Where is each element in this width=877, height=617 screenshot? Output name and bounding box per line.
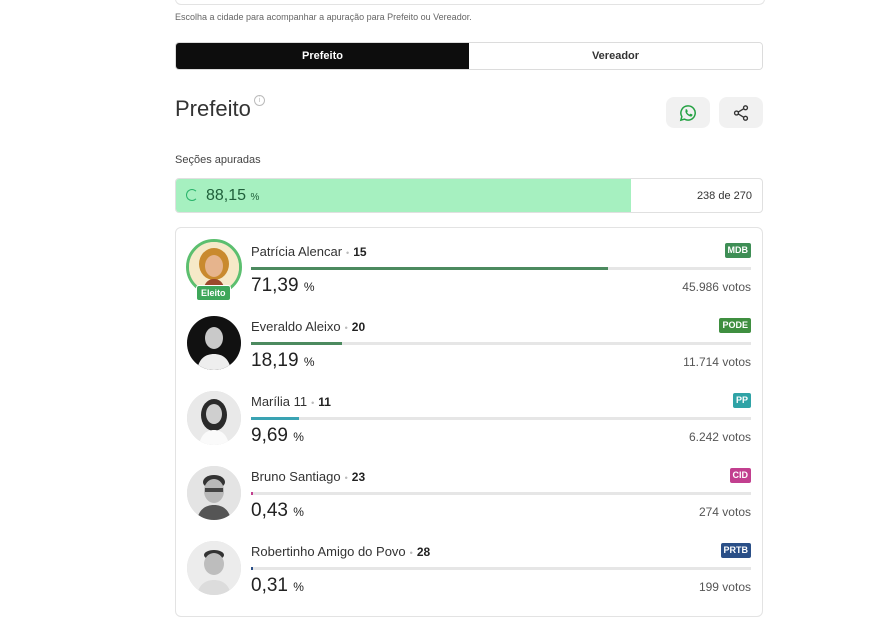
vote-bar-fill <box>251 417 300 420</box>
candidate-name: Patrícia Alencar • 15 <box>251 244 367 259</box>
party-badge: PP <box>732 393 751 408</box>
vote-count: 274 votos <box>698 505 751 519</box>
sections-progress-bar: 88,15 % 238 de 270 <box>175 178 763 213</box>
sections-count: 238 de 270 <box>696 190 752 202</box>
candidate-photo <box>187 466 241 520</box>
candidate-photo <box>187 316 241 370</box>
candidate-avatar <box>187 391 241 445</box>
vote-bar <box>251 342 751 345</box>
loading-spinner-icon <box>186 189 198 201</box>
vote-percent: 71,39 % <box>251 275 315 296</box>
candidate-photo <box>187 541 241 595</box>
candidate-row[interactable]: Marília 11 • 11 PP 9,69 % 6.242 votos <box>176 378 764 453</box>
vote-count: 11.714 votos <box>683 355 751 369</box>
vote-bar-fill <box>251 492 254 495</box>
candidate-avatar <box>187 466 241 520</box>
vote-percent: 0,31 % <box>251 575 304 596</box>
whatsapp-icon <box>679 104 696 121</box>
party-badge: CID <box>729 468 751 483</box>
elected-badge: Eleito <box>196 285 231 301</box>
page-title: Prefeito <box>175 96 251 121</box>
vote-percent: 9,69 % <box>251 425 304 446</box>
city-search-box[interactable] <box>175 0 765 5</box>
candidates-list: Eleito Patrícia Alencar • 15 MDB 71,39 % 4… <box>175 227 763 617</box>
candidate-avatar <box>187 541 241 595</box>
candidate-name: Bruno Santiago • 23 <box>251 469 366 484</box>
vote-percent: 0,43 % <box>251 500 304 521</box>
candidate-row[interactable]: Everaldo Aleixo • 20 PODE 18,19 % 11.714 v… <box>176 303 764 378</box>
share-button[interactable] <box>719 97 763 128</box>
info-icon[interactable]: i <box>254 95 265 106</box>
candidate-name: Everaldo Aleixo • 20 <box>251 319 366 334</box>
vote-bar-fill <box>251 342 342 345</box>
vote-bar-fill <box>251 567 253 570</box>
tab-prefeito[interactable]: Prefeito <box>176 43 469 69</box>
candidate-name: Marília 11 • 11 <box>251 394 331 409</box>
candidate-photo <box>187 391 241 445</box>
candidate-row[interactable]: Bruno Santiago • 23 CID 0,43 % 274 votos <box>176 453 764 528</box>
candidate-row[interactable]: Eleito Patrícia Alencar • 15 MDB 71,39 % 4… <box>176 228 764 303</box>
vote-percent: 18,19 % <box>251 350 315 371</box>
vote-count: 6.242 votos <box>688 430 751 444</box>
vote-count: 199 votos <box>698 580 751 594</box>
vote-bar <box>251 417 751 420</box>
candidate-name: Robertinho Amigo do Povo • 28 <box>251 544 431 559</box>
sections-label: Seções apuradas <box>175 154 261 166</box>
candidate-avatar <box>187 316 241 370</box>
party-badge: PODE <box>719 318 751 333</box>
vote-count: 45.986 votos <box>682 280 751 294</box>
vote-bar <box>251 492 751 495</box>
sections-percent: 88,15 % <box>206 187 260 204</box>
party-badge: PRTB <box>720 543 751 558</box>
hint-text: Escolha a cidade para acompanhar a apura… <box>175 12 472 22</box>
share-icon <box>733 104 749 121</box>
party-badge: MDB <box>724 243 751 258</box>
vote-bar <box>251 267 751 270</box>
whatsapp-share-button[interactable] <box>666 97 710 128</box>
vote-bar-fill <box>251 267 608 270</box>
candidate-row[interactable]: Robertinho Amigo do Povo • 28 PRTB 0,31 % … <box>176 528 764 603</box>
tab-vereador[interactable]: Vereador <box>469 43 762 69</box>
office-tabs: Prefeito Vereador <box>175 42 763 70</box>
vote-bar <box>251 567 751 570</box>
